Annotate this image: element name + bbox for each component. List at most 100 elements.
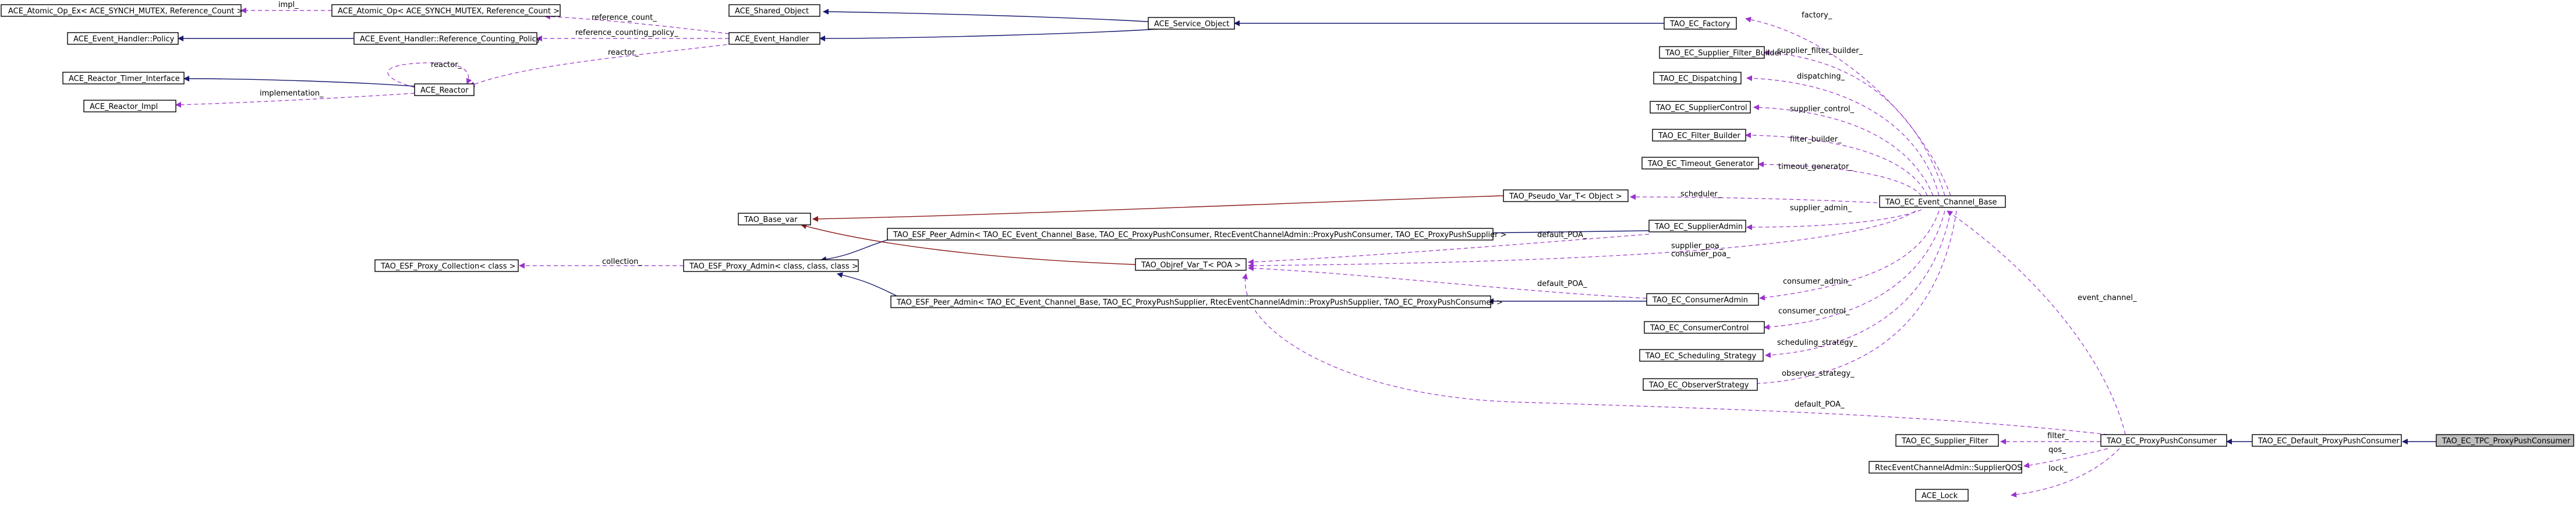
edges bbox=[175, 8, 2436, 498]
edge-label-collection: collection_ bbox=[602, 258, 642, 266]
node-ace-service-object[interactable]: ACE_Service_Object bbox=[1148, 17, 1235, 30]
node-tao-ec-default-proxy-push-consumer[interactable]: TAO_EC_Default_ProxyPushConsumer bbox=[2252, 434, 2402, 447]
svg-text:TAO_EC_ProxyPushConsumer: TAO_EC_ProxyPushConsumer bbox=[2106, 437, 2217, 446]
svg-text:TAO_EC_Dispatching: TAO_EC_Dispatching bbox=[1659, 75, 1737, 83]
svg-text:ACE_Service_Object: ACE_Service_Object bbox=[1154, 20, 1229, 29]
node-tao-ec-supplier-filter[interactable]: TAO_EC_Supplier_Filter bbox=[1895, 434, 1999, 447]
node-tao-ec-event-channel-base[interactable]: TAO_EC_Event_Channel_Base bbox=[1879, 195, 2006, 208]
svg-text:TAO_ESF_Proxy_Admin< class, cl: TAO_ESF_Proxy_Admin< class, class, class… bbox=[689, 262, 858, 271]
node-ace-atomic-op-ex[interactable]: ACE_Atomic_Op_Ex< ACE_SYNCH_MUTEX, Refer… bbox=[1, 4, 243, 17]
svg-text:ACE_Atomic_Op< ACE_SYNCH_MUTEX: ACE_Atomic_Op< ACE_SYNCH_MUTEX, Referenc… bbox=[338, 7, 560, 16]
svg-text:TAO_Objref_Var_T< POA >: TAO_Objref_Var_T< POA > bbox=[1141, 261, 1241, 270]
node-ace-event-handler[interactable]: ACE_Event_Handler bbox=[728, 32, 820, 45]
node-tao-ec-filter-builder[interactable]: TAO_EC_Filter_Builder bbox=[1652, 129, 1746, 142]
node-tao-pseudo-var-t-object[interactable]: TAO_Pseudo_Var_T< Object > bbox=[1503, 189, 1629, 202]
edge-label-timeout-generator: timeout_generator_ bbox=[1778, 163, 1853, 171]
edge-label-supplier-admin: supplier_admin_ bbox=[1790, 204, 1852, 213]
edge-label-filter-builder: filter_builder_ bbox=[1790, 135, 1842, 144]
node-ace-event-handler-policy[interactable]: ACE_Event_Handler::Policy bbox=[67, 32, 179, 45]
svg-text:TAO_EC_Filter_Builder: TAO_EC_Filter_Builder bbox=[1658, 132, 1740, 140]
node-tao-ec-consumer-control[interactable]: TAO_EC_ConsumerControl bbox=[1644, 321, 1765, 334]
node-ace-reactor-impl[interactable]: ACE_Reactor_Impl bbox=[83, 100, 176, 112]
edge-label-implementation: implementation_ bbox=[260, 89, 324, 98]
edge-use-reactor1 bbox=[469, 43, 734, 87]
edge-service-to-handler bbox=[819, 26, 1191, 41]
edge-label-default-poa-3: default_POA_ bbox=[1795, 400, 1845, 409]
svg-text:TAO_EC_Timeout_Generator: TAO_EC_Timeout_Generator bbox=[1647, 160, 1754, 168]
edge-label-consumer-admin: consumer_admin_ bbox=[1783, 277, 1852, 286]
svg-text:TAO_EC_Scheduling_Strategy: TAO_EC_Scheduling_Strategy bbox=[1645, 352, 1756, 361]
node-tao-ec-factory[interactable]: TAO_EC_Factory bbox=[1664, 17, 1737, 30]
node-tao-ec-supplier-filter-builder[interactable]: TAO_EC_Supplier_Filter_Builder bbox=[1659, 46, 1783, 59]
node-tao-ec-tpc-proxy-push-consumer[interactable]: TAO_EC_TPC_ProxyPushConsumer bbox=[2436, 434, 2574, 447]
edge-label-impl: impl_ bbox=[278, 1, 299, 9]
collaboration-diagram: impl_ reference_count_ reference_countin… bbox=[1, 1, 2574, 502]
edge-label-supplier-control: supplier_control_ bbox=[1790, 105, 1855, 114]
edge-pseudo-to-basevar bbox=[812, 195, 1504, 222]
nodes: ACE_Atomic_Op_Ex< ACE_SYNCH_MUTEX, Refer… bbox=[1, 4, 2574, 502]
node-ace-reactor-timer-interface[interactable]: ACE_Reactor_Timer_Interface bbox=[62, 72, 185, 84]
svg-text:TAO_EC_ObserverStrategy: TAO_EC_ObserverStrategy bbox=[1648, 381, 1749, 390]
edge-label-lock: lock_ bbox=[2048, 464, 2068, 473]
svg-text:TAO_EC_Supplier_Filter: TAO_EC_Supplier_Filter bbox=[1901, 437, 1988, 446]
svg-text:TAO_Pseudo_Var_T< Object >: TAO_Pseudo_Var_T< Object > bbox=[1509, 192, 1622, 201]
svg-text:TAO_ESF_Peer_Admin< TAO_EC_Eve: TAO_ESF_Peer_Admin< TAO_EC_Event_Channel… bbox=[896, 298, 1503, 307]
edge-label-reference-count: reference_count_ bbox=[592, 13, 657, 22]
node-tao-ec-observer-strategy[interactable]: TAO_EC_ObserverStrategy bbox=[1643, 378, 1758, 391]
svg-text:TAO_EC_SupplierControl: TAO_EC_SupplierControl bbox=[1655, 104, 1747, 112]
node-ace-atomic-op[interactable]: ACE_Atomic_Op< ACE_SYNCH_MUTEX, Referenc… bbox=[331, 4, 561, 17]
node-tao-ec-proxy-push-consumer[interactable]: TAO_EC_ProxyPushConsumer bbox=[2100, 434, 2227, 447]
edge-label-consumer-control: consumer_control_ bbox=[1778, 307, 1850, 316]
svg-text:TAO_EC_Factory: TAO_EC_Factory bbox=[1669, 20, 1731, 29]
svg-text:TAO_Base_var: TAO_Base_var bbox=[744, 216, 798, 224]
node-tao-esf-proxy-collection[interactable]: TAO_ESF_Proxy_Collection< class > bbox=[374, 259, 519, 272]
node-tao-esf-peer-admin-1[interactable]: TAO_ESF_Peer_Admin< TAO_EC_Event_Channel… bbox=[887, 228, 1507, 241]
svg-text:TAO_ESF_Proxy_Collection< clas: TAO_ESF_Proxy_Collection< class > bbox=[380, 262, 516, 271]
edge-peer2-to-proxyadmin bbox=[837, 272, 897, 297]
edge-use-evchannel bbox=[1947, 210, 2126, 435]
node-tao-objref-var-t-poa[interactable]: TAO_Objref_Var_T< POA > bbox=[1135, 258, 1247, 271]
node-tao-ec-supplier-admin[interactable]: TAO_EC_SupplierAdmin bbox=[1648, 220, 1746, 232]
svg-text:TAO_EC_Supplier_Filter_Builder: TAO_EC_Supplier_Filter_Builder bbox=[1665, 49, 1783, 58]
svg-text:ACE_Event_Handler::Reference_C: ACE_Event_Handler::Reference_Counting_Po… bbox=[360, 35, 541, 44]
edge-label-qos: qos_ bbox=[2048, 446, 2066, 454]
svg-text:ACE_Shared_Object: ACE_Shared_Object bbox=[735, 7, 809, 16]
edge-label-poa: supplier_poa_ consumer_poa_ bbox=[1671, 242, 1731, 259]
node-tao-ec-scheduling-strategy[interactable]: TAO_EC_Scheduling_Strategy bbox=[1639, 349, 1764, 362]
edge-label-reactor-2: reactor_ bbox=[431, 61, 462, 69]
node-tao-ec-timeout-generator[interactable]: TAO_EC_Timeout_Generator bbox=[1641, 157, 1759, 170]
edge-label-supplier-filter-builder: supplier_filter_builder_ bbox=[1777, 47, 1863, 55]
node-tao-esf-peer-admin-2[interactable]: TAO_ESF_Peer_Admin< TAO_EC_Event_Channel… bbox=[890, 295, 1503, 308]
node-ace-shared-object[interactable]: ACE_Shared_Object bbox=[728, 4, 820, 17]
edge-use-dispatching bbox=[1746, 75, 1940, 196]
edge-label-dispatching: dispatching_ bbox=[1797, 72, 1845, 81]
svg-text:ACE_Atomic_Op_Ex< ACE_SYNCH_MU: ACE_Atomic_Op_Ex< ACE_SYNCH_MUTEX, Refer… bbox=[8, 7, 243, 16]
node-tao-esf-proxy-admin[interactable]: TAO_ESF_Proxy_Admin< class, class, class… bbox=[683, 259, 859, 272]
edge-reactor-to-timer bbox=[183, 76, 415, 87]
node-tao-base-var[interactable]: TAO_Base_var bbox=[738, 213, 811, 225]
edge-label-reactor-1: reactor_ bbox=[608, 48, 639, 57]
edge-use-sfb bbox=[1764, 50, 1945, 196]
svg-text:TAO_EC_ConsumerAdmin: TAO_EC_ConsumerAdmin bbox=[1652, 296, 1748, 305]
svg-text:RtecEventChannelAdmin::Supplie: RtecEventChannelAdmin::SupplierQOS bbox=[1875, 464, 2022, 472]
svg-text:ACE_Reactor_Timer_Interface: ACE_Reactor_Timer_Interface bbox=[69, 75, 180, 83]
svg-text:ACE_Event_Handler: ACE_Event_Handler bbox=[735, 35, 809, 44]
edge-label-default-poa-1: default_POA_ bbox=[1537, 231, 1587, 239]
node-rtec-supplier-qos[interactable]: RtecEventChannelAdmin::SupplierQOS bbox=[1869, 461, 2022, 474]
node-ace-reactor[interactable]: ACE_Reactor bbox=[414, 83, 475, 96]
node-tao-ec-supplier-control[interactable]: TAO_EC_SupplierControl bbox=[1650, 101, 1751, 114]
edge-label-reference-counting-policy: reference_counting_policy_ bbox=[575, 29, 678, 37]
node-ace-event-handler-reference-counting-policy[interactable]: ACE_Event_Handler::Reference_Counting_Po… bbox=[353, 32, 541, 45]
node-ace-lock[interactable]: ACE_Lock bbox=[1915, 489, 1969, 502]
edge-label-observer-strategy: observer_strategy_ bbox=[1782, 369, 1855, 378]
node-tao-ec-consumer-admin[interactable]: TAO_EC_ConsumerAdmin bbox=[1646, 293, 1759, 306]
svg-text:ACE_Event_Handler::Policy: ACE_Event_Handler::Policy bbox=[73, 35, 175, 44]
svg-text:ACE_Reactor_Impl: ACE_Reactor_Impl bbox=[90, 103, 158, 111]
node-tao-ec-dispatching[interactable]: TAO_EC_Dispatching bbox=[1653, 72, 1742, 84]
edge-label-scheduler: scheduler_ bbox=[1680, 190, 1722, 199]
edge-use-scheduler bbox=[1630, 194, 1878, 203]
svg-text:TAO_EC_Default_ProxyPushConsum: TAO_EC_Default_ProxyPushConsumer bbox=[2257, 437, 2400, 446]
svg-text:ACE_Reactor: ACE_Reactor bbox=[420, 86, 469, 95]
edge-service-to-shared bbox=[823, 9, 1191, 25]
svg-text:TAO_EC_ConsumerControl: TAO_EC_ConsumerControl bbox=[1650, 324, 1749, 333]
